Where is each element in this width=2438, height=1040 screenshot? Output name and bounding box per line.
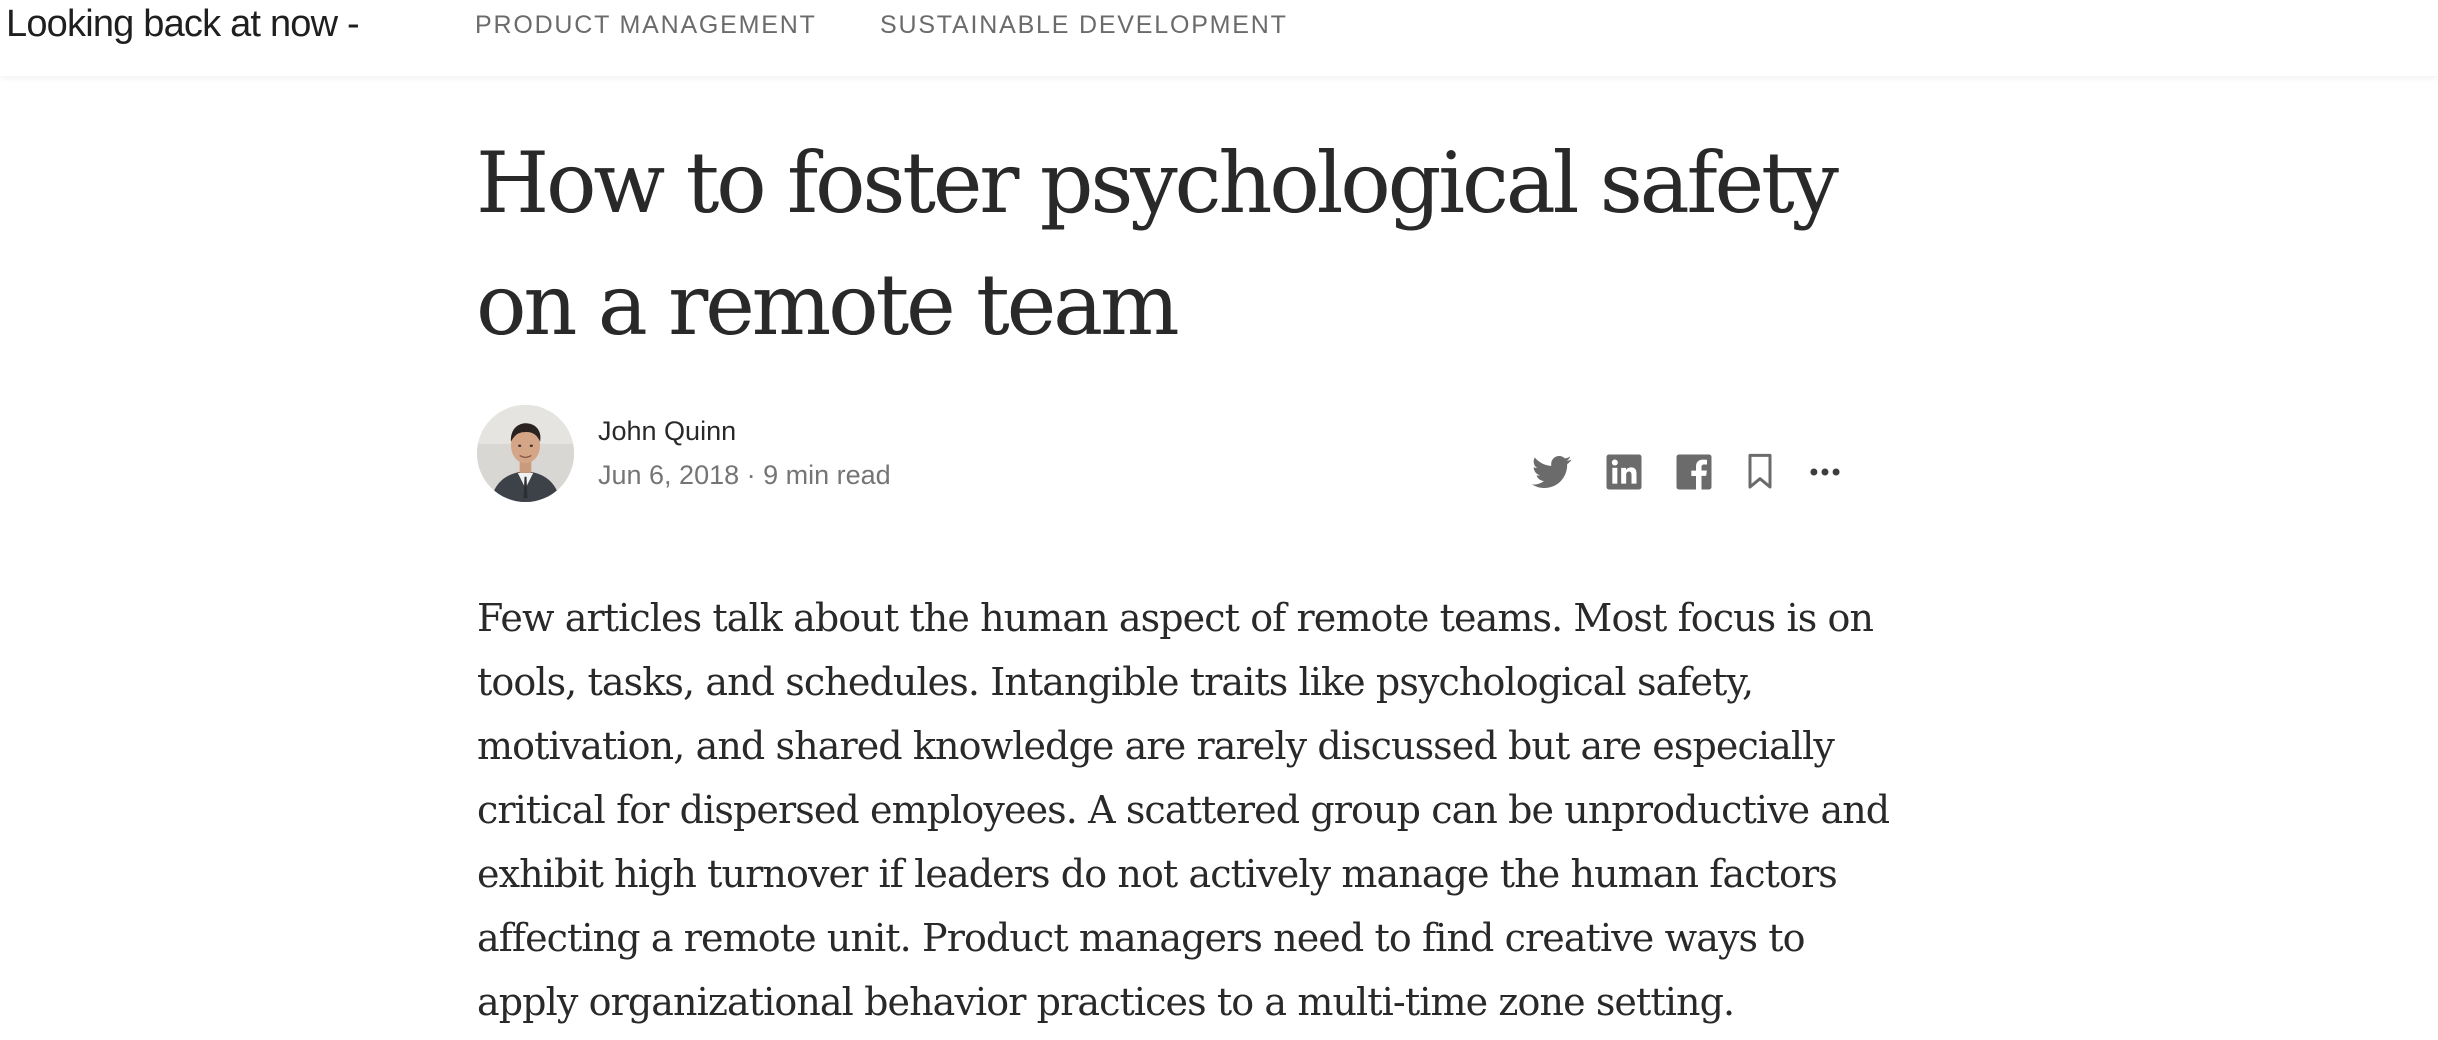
- facebook-icon: [1676, 454, 1712, 490]
- body-line: Few articles talk about the human aspect…: [477, 596, 1874, 640]
- body-line: exhibit high turnover if leaders do not …: [477, 852, 1838, 896]
- nav-link-sustainable-development[interactable]: SUSTAINABLE DEVELOPMENT: [880, 10, 1288, 40]
- bookmark-button[interactable]: [1744, 452, 1776, 492]
- top-navigation-bar: Looking back at now - PRODUCT MANAGEMENT…: [0, 0, 2438, 76]
- article-body-paragraph: Few articles talk about the human aspect…: [477, 586, 1897, 1034]
- author-name[interactable]: John Quinn: [598, 414, 736, 448]
- author-photo: [477, 405, 574, 502]
- article-title: How to foster psychological safety on a …: [476, 122, 1896, 366]
- more-options-icon: [1810, 468, 1840, 476]
- publication-logo[interactable]: Looking back at now -: [6, 0, 360, 48]
- linkedin-share-button[interactable]: [1602, 452, 1646, 492]
- article-title-line: How to foster psychological safety: [476, 134, 1839, 232]
- twitter-icon: [1532, 456, 1572, 488]
- author-avatar[interactable]: [477, 405, 574, 502]
- linkedin-icon: [1606, 454, 1642, 490]
- body-line: critical for dispersed employees. A scat…: [477, 788, 1890, 832]
- body-line: apply organizational behavior practices …: [477, 980, 1735, 1024]
- article-title-line: on a remote team: [476, 256, 1180, 354]
- nav-link-product-management[interactable]: PRODUCT MANAGEMENT: [475, 10, 817, 40]
- more-options-button[interactable]: [1806, 452, 1844, 492]
- publish-date-read-time: Jun 6, 2018 · 9 min read: [598, 460, 891, 490]
- body-line: motivation, and shared knowledge are rar…: [477, 724, 1835, 768]
- twitter-share-button[interactable]: [1530, 452, 1574, 492]
- body-line: affecting a remote unit. Product manager…: [477, 916, 1806, 960]
- facebook-share-button[interactable]: [1672, 452, 1716, 492]
- body-line: tools, tasks, and schedules. Intangible …: [477, 660, 1754, 704]
- bookmark-icon: [1748, 453, 1772, 489]
